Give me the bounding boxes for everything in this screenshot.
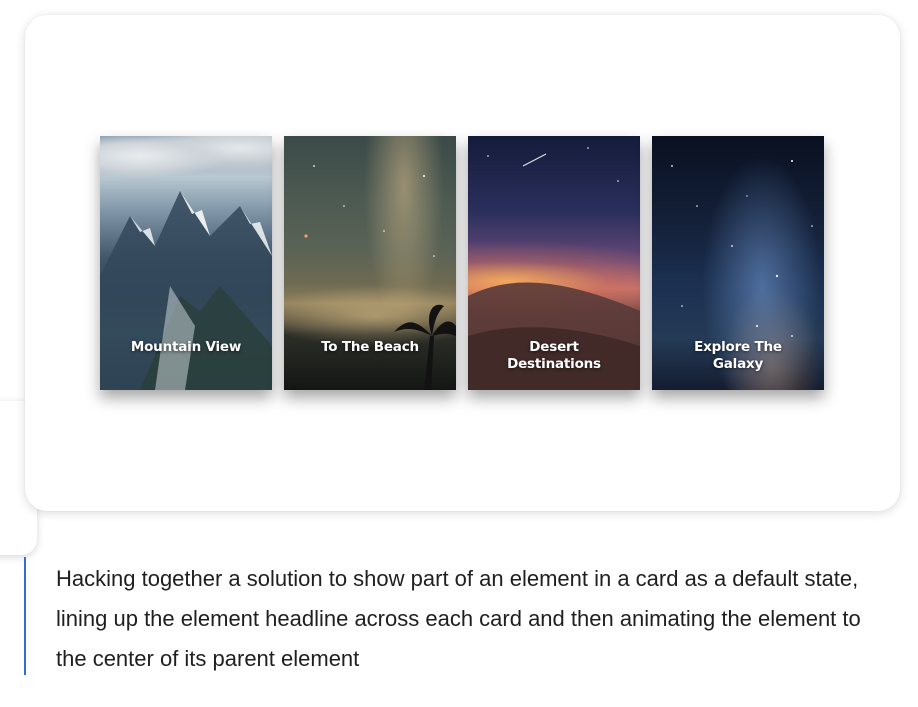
card-mountain-view[interactable]: Mountain View — [100, 136, 272, 390]
card-title: To The Beach — [321, 339, 419, 355]
card-explore-the-galaxy[interactable]: Explore The Galaxy — [652, 136, 824, 390]
card-title: Explore The Galaxy — [694, 339, 782, 372]
card-to-the-beach[interactable]: To The Beach — [284, 136, 456, 390]
card-desert-destinations[interactable]: Desert Destinations — [468, 136, 640, 390]
description-blockquote: Hacking together a solution to show part… — [24, 557, 886, 675]
card-title: Mountain View — [130, 339, 242, 355]
card-title: Desert Destinations — [507, 339, 601, 372]
description-text: Hacking together a solution to show part… — [56, 566, 861, 671]
photo-card-gallery: Mountain View To The Beach Desert Destin… — [100, 136, 824, 390]
